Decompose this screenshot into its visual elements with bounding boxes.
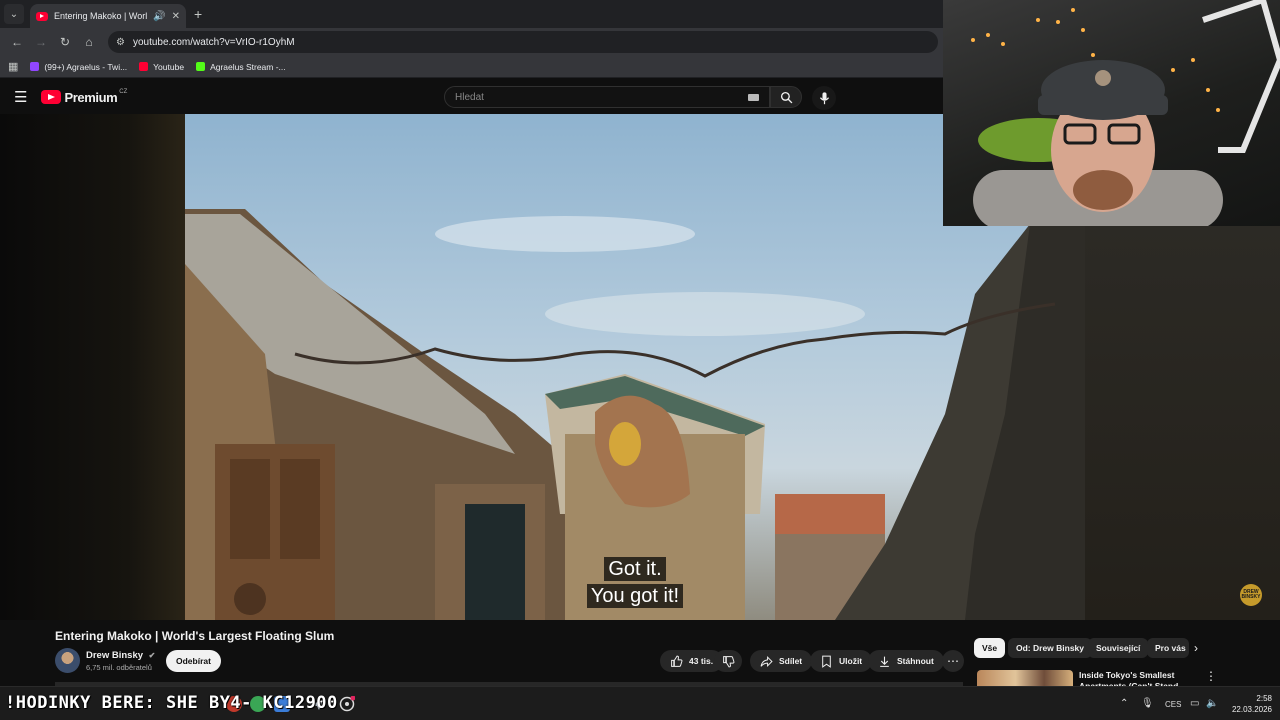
youtube-logo-icon bbox=[41, 90, 62, 104]
twitch-icon bbox=[30, 62, 40, 71]
chip-all[interactable]: Vše bbox=[974, 638, 1006, 658]
browser-toolbar: ← → ↻ ⌂ ⚙ youtube.com/watch?v=VrIO-r1Oyh… bbox=[0, 28, 943, 56]
youtube-favicon-icon bbox=[36, 11, 48, 21]
url-text: youtube.com/watch?v=VrIO-r1OyhM bbox=[132, 36, 295, 48]
share-arrow-icon bbox=[760, 655, 773, 667]
back-arrow-icon[interactable]: ← bbox=[6, 31, 28, 53]
thumbs-up-icon bbox=[671, 655, 683, 667]
apps-grid-icon[interactable]: ▦ bbox=[8, 60, 18, 73]
bookmark-label: Youtube bbox=[153, 61, 185, 72]
clock-time: 2:58 bbox=[1256, 694, 1272, 703]
save-label: Uložit bbox=[839, 656, 863, 666]
chevron-right-icon[interactable]: › bbox=[1194, 641, 1198, 655]
reload-icon[interactable]: ↻ bbox=[54, 31, 76, 53]
keyboard-icon[interactable] bbox=[748, 94, 759, 101]
share-label: Sdílet bbox=[779, 656, 803, 666]
thumbs-down-icon bbox=[722, 655, 734, 667]
system-clock[interactable]: 2:58 22.03.2026 bbox=[1222, 693, 1272, 715]
bookmark-label: Agraelus Stream -... bbox=[210, 61, 286, 72]
speaker-icon[interactable]: 🔊 bbox=[153, 11, 165, 22]
youtube-premium-logo[interactable]: Premium CZ bbox=[41, 89, 128, 105]
download-label: Stáhnout bbox=[897, 656, 934, 666]
recommendation-title[interactable]: Inside Tokyo's Smallest Apartments (Can'… bbox=[1079, 670, 1189, 686]
youtube-icon bbox=[139, 62, 149, 71]
channel-name-text: Drew Binsky bbox=[86, 650, 144, 661]
like-count: 43 tis. bbox=[689, 656, 714, 666]
volume-icon[interactable]: 🔈 bbox=[1206, 698, 1218, 709]
chip-for-you[interactable]: Pro vás bbox=[1147, 638, 1189, 658]
kick-icon bbox=[196, 62, 206, 71]
download-button[interactable]: Stáhnout bbox=[868, 650, 944, 672]
language-indicator[interactable]: CES bbox=[1165, 700, 1181, 709]
browser-tab-active[interactable]: Entering Makoko | World's 🔊 ✕ bbox=[30, 4, 186, 28]
video-info-section: Entering Makoko | World's Largest Floati… bbox=[0, 620, 1280, 688]
search-placeholder: Hledat bbox=[455, 91, 484, 103]
save-button[interactable]: Uložit bbox=[810, 650, 873, 672]
channel-watermark[interactable]: DREW BINSKY bbox=[1240, 584, 1262, 606]
verified-check-icon: ✔ bbox=[148, 651, 156, 660]
voice-search-button[interactable] bbox=[812, 86, 836, 110]
bookmark-youtube[interactable]: Youtube bbox=[139, 62, 184, 72]
obs-icon[interactable] bbox=[339, 695, 356, 712]
bookmark-twitch[interactable]: (99+) Agraelus - Twi... bbox=[30, 62, 127, 72]
microphone-tray-icon[interactable]: 🎙 bbox=[1141, 698, 1154, 709]
dislike-button[interactable] bbox=[714, 650, 742, 672]
tab-search-button[interactable]: ⌄ bbox=[4, 4, 24, 24]
region-code: CZ bbox=[119, 89, 128, 95]
share-button[interactable]: Sdílet bbox=[750, 650, 813, 672]
stream-overlay-text: !HODINKY BERE: SHE BY4- KC12900 bbox=[5, 693, 338, 713]
streamer-webcam-overlay bbox=[943, 0, 1280, 226]
download-icon bbox=[880, 656, 889, 667]
chevron-up-icon[interactable]: ⌃ bbox=[1120, 698, 1128, 709]
subtitle-line-1: Got it. bbox=[185, 557, 1085, 581]
subscriber-count: 6,75 mil. odběratelů bbox=[86, 663, 152, 672]
forward-arrow-icon[interactable]: → bbox=[30, 31, 52, 53]
webcam-image bbox=[971, 0, 1280, 226]
chip-from-channel[interactable]: Od: Drew Binsky bbox=[1008, 638, 1093, 658]
youtube-header: ☰ Premium CZ Hledat bbox=[0, 80, 943, 114]
close-tab-icon[interactable]: ✕ bbox=[172, 11, 180, 22]
chip-related[interactable]: Související bbox=[1088, 638, 1149, 658]
channel-name[interactable]: Drew Binsky ✔ bbox=[86, 650, 155, 661]
recommendation-more-icon[interactable]: ⋮ bbox=[1205, 669, 1217, 683]
subtitle-line-2: You got it! bbox=[185, 584, 1085, 608]
bookmark-label: (99+) Agraelus - Twi... bbox=[44, 61, 128, 72]
bookmark-kick[interactable]: Agraelus Stream -... bbox=[196, 62, 286, 72]
new-tab-button[interactable]: + bbox=[194, 6, 202, 22]
more-actions-icon[interactable]: ⋯ bbox=[942, 650, 964, 672]
address-bar[interactable]: ⚙ youtube.com/watch?v=VrIO-r1OyhM bbox=[108, 31, 938, 53]
tab-title: Entering Makoko | World's bbox=[54, 11, 147, 21]
subscribe-button[interactable]: Odebírat bbox=[166, 650, 221, 672]
bookmark-icon bbox=[822, 655, 831, 668]
video-title: Entering Makoko | World's Largest Floati… bbox=[55, 629, 335, 643]
avatar[interactable] bbox=[55, 648, 80, 673]
bookmarks-bar: ▦ (99+) Agraelus - Twi... Youtube Agrael… bbox=[0, 56, 943, 78]
search-icon bbox=[780, 91, 792, 103]
logo-text: Premium bbox=[64, 89, 118, 105]
network-icon[interactable]: ▭ bbox=[1190, 698, 1199, 709]
site-info-icon[interactable]: ⚙ bbox=[116, 37, 125, 48]
search-button[interactable] bbox=[770, 86, 802, 108]
microphone-icon bbox=[819, 91, 829, 104]
search-input[interactable]: Hledat bbox=[444, 86, 770, 108]
player-side-area bbox=[1085, 226, 1280, 620]
menu-hamburger-icon[interactable]: ☰ bbox=[14, 88, 27, 106]
clock-date: 22.03.2026 bbox=[1231, 705, 1272, 714]
home-icon[interactable]: ⌂ bbox=[78, 31, 100, 53]
browser-tab-bar: ⌄ Entering Makoko | World's 🔊 ✕ + bbox=[0, 0, 943, 28]
